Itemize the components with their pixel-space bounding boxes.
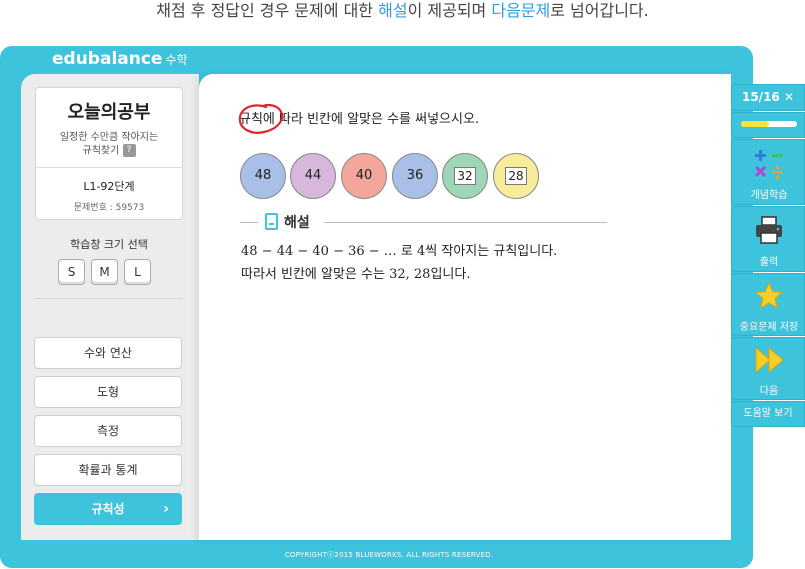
save-important-label: 중요문제 저장 (739, 322, 799, 333)
counter-text: 15/16 (741, 90, 780, 104)
nav-probability-statistics[interactable]: 확률과 통계 (34, 454, 182, 486)
chevron-right-icon: › (163, 501, 169, 517)
explanation-line1: 48 − 44 − 40 − 36 − … 로 4씩 작아지는 규칙입니다. (241, 244, 558, 259)
nav-measurement[interactable]: 측정 (34, 415, 182, 447)
top-caption: 채점 후 정답인 경우 문제에 대한 해설이 제공되며 다음문제로 넘어갑니다. (0, 0, 805, 22)
nav-label: 도형 (96, 385, 120, 399)
explanation-divider-right (324, 222, 607, 223)
close-icon[interactable]: ✕ (784, 90, 794, 104)
help-label: 도움말 보기 (743, 408, 793, 419)
problem-content-area (199, 74, 731, 540)
explanation-divider-left (240, 222, 258, 223)
printer-icon (756, 216, 782, 244)
size-l-button[interactable]: L (124, 259, 151, 285)
progress-bar (741, 121, 797, 127)
today-card: 오늘의공부 일정한 수만큼 작아지는 규칙찾기 ? L1-92단계 문제번호 :… (35, 87, 183, 220)
next-label: 다음 (759, 386, 779, 397)
nav-label: 확률과 통계 (78, 463, 138, 477)
print-label: 출력 (759, 257, 779, 268)
size-selector-label: 학습창 크기 선택 (70, 238, 148, 251)
brand-logo: edubalance 수학 (52, 48, 188, 71)
sequence-ball: 48 (240, 153, 286, 199)
today-subtitle-line1: 일정한 수만큼 작아지는 (59, 132, 159, 143)
brand-subject: 수학 (165, 53, 188, 67)
sequence-ball: 40 (341, 153, 387, 199)
next-button[interactable]: 다음 (731, 337, 805, 400)
explanation-line2: 따라서 빈칸에 알맞은 수는 32, 28입니다. (241, 267, 471, 282)
explanation-icon (265, 213, 278, 230)
copyright-text: COPYRIGHTⓒ2015 BLUEWORKS. ALL RIGHTS RES… (284, 551, 494, 559)
help-icon[interactable]: ? (122, 144, 136, 157)
sequence-ball: 36 (392, 153, 438, 199)
today-divider (36, 166, 182, 168)
answer-ball: 28 (493, 153, 539, 199)
ball-value: 44 (304, 168, 322, 183)
progress-panel (731, 112, 805, 138)
ball-value: 40 (355, 168, 373, 183)
nav-number-operations[interactable]: 수와 연산 (34, 337, 182, 369)
brand-name: edubalance (52, 49, 163, 69)
help-button[interactable]: 도움말 보기 (731, 401, 805, 427)
nav-label: 측정 (96, 424, 120, 438)
caption-part3: 로 넘어갑니다. (550, 1, 649, 20)
math-operators-icon (754, 150, 783, 180)
size-m-button[interactable]: M (91, 259, 118, 285)
level-label: L1-92단계 (83, 179, 135, 193)
ball-value: 36 (406, 168, 424, 183)
nav-label: 규칙성 (91, 502, 125, 516)
nav-geometry[interactable]: 도형 (34, 376, 182, 408)
nav-patterns[interactable]: 규칙성 › (34, 493, 182, 525)
problem-number: 문제번호 : 59573 (73, 202, 145, 213)
fast-forward-icon (755, 346, 784, 374)
answer-box[interactable]: 32 (454, 166, 476, 185)
problem-counter: 15/16 ✕ (731, 84, 805, 111)
answer-box[interactable]: 28 (505, 166, 527, 185)
star-icon (754, 281, 784, 310)
answer-ball: 32 (442, 153, 488, 199)
caption-part2: 이 제공되며 (407, 1, 492, 20)
today-title: 오늘의공부 (67, 102, 151, 123)
caption-part1: 채점 후 정답인 경우 문제에 대한 (156, 1, 379, 20)
size-s-button[interactable]: S (58, 259, 85, 285)
sequence-ball: 44 (290, 153, 336, 199)
correct-mark-icon (238, 103, 284, 134)
caption-highlight-explanation: 해설 (378, 1, 408, 20)
progress-fill (741, 121, 769, 127)
concept-study-label: 개념학습 (750, 190, 788, 201)
print-button[interactable]: 출력 (731, 206, 805, 272)
sidebar-divider (35, 298, 183, 299)
caption-highlight-next: 다음문제 (491, 1, 551, 20)
save-important-button[interactable]: 중요문제 저장 (731, 273, 805, 336)
today-subtitle-line2: 규칙찾기 (82, 145, 120, 157)
ball-value: 48 (254, 168, 272, 183)
nav-label: 수와 연산 (84, 346, 132, 360)
concept-study-button[interactable]: 개념학습 (731, 139, 805, 205)
screen: 채점 후 정답인 경우 문제에 대한 해설이 제공되며 다음문제로 넘어갑니다.… (0, 0, 805, 569)
today-subtitle: 일정한 수만큼 작아지는 규칙찾기 ? (36, 131, 182, 158)
explanation-title: 해설 (284, 215, 310, 231)
